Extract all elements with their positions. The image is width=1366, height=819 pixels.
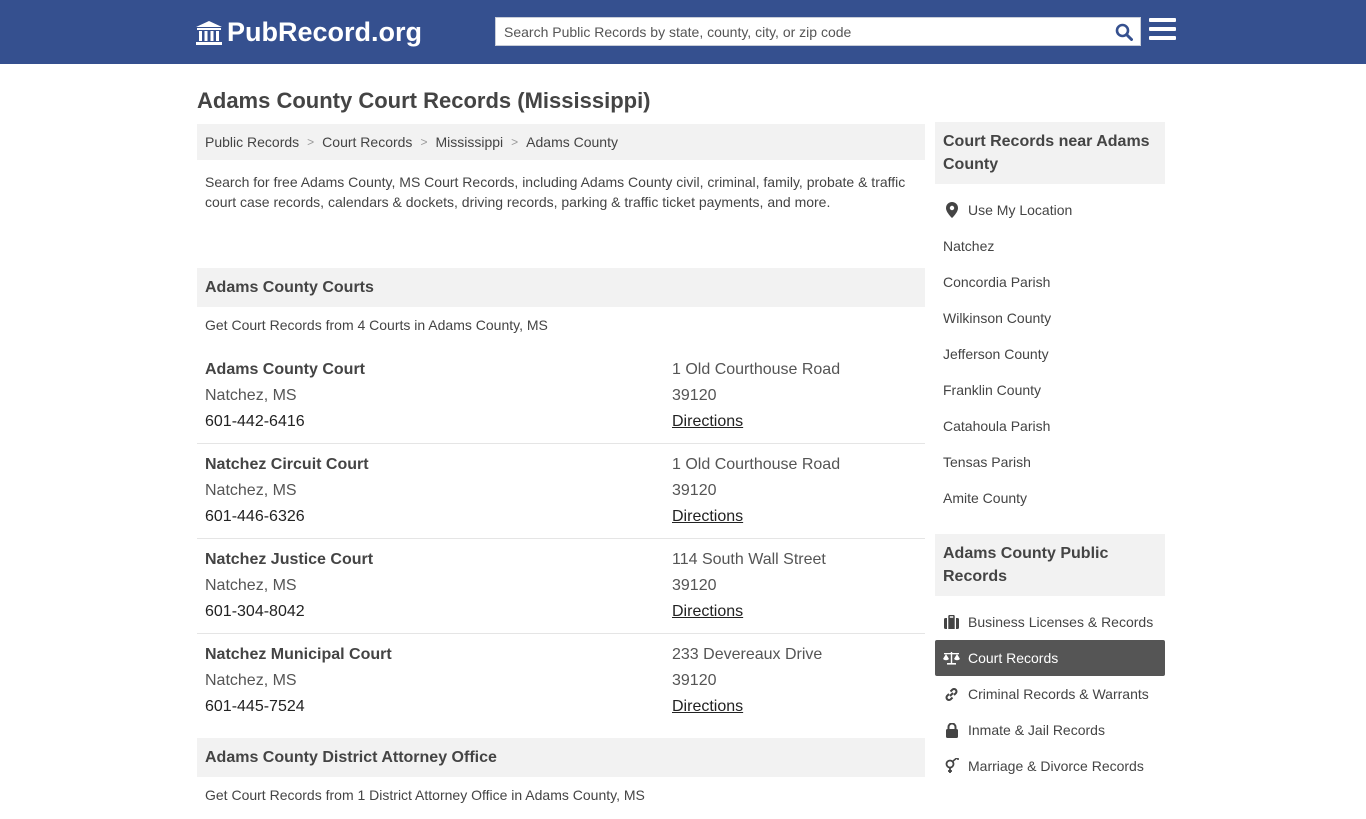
sidebar-item-inmate-records[interactable]: Inmate & Jail Records bbox=[935, 712, 1165, 748]
court-zip: 39120 bbox=[672, 482, 717, 499]
breadcrumb-separator: > bbox=[420, 135, 428, 149]
breadcrumb-court-records[interactable]: Court Records bbox=[322, 134, 412, 150]
court-item: Adams County Court Natchez, MS 601-442-6… bbox=[197, 349, 925, 444]
menu-bar-icon bbox=[1149, 18, 1176, 22]
court-name: Natchez Circuit Court bbox=[205, 456, 369, 473]
search-bar bbox=[495, 17, 1141, 46]
nearby-link[interactable]: Wilkinson County bbox=[935, 300, 1165, 336]
sidebar-item-business-licenses[interactable]: Business Licenses & Records bbox=[935, 604, 1165, 640]
menu-bar-icon bbox=[1149, 36, 1176, 40]
sidebar-item-label: Inmate & Jail Records bbox=[968, 722, 1105, 738]
courts-section-subtitle: Get Court Records from 4 Courts in Adams… bbox=[205, 317, 548, 333]
court-name: Natchez Justice Court bbox=[205, 551, 374, 568]
hamburger-menu-button[interactable] bbox=[1149, 18, 1176, 42]
directions-link[interactable]: Directions bbox=[672, 504, 840, 530]
sidebar-item-label: Marriage & Divorce Records bbox=[968, 758, 1144, 774]
court-city: Natchez, MS bbox=[205, 577, 297, 594]
court-phone[interactable]: 601-304-8042 bbox=[205, 599, 672, 625]
page-title: Adams County Court Records (Mississippi) bbox=[197, 88, 651, 113]
court-address: 114 South Wall Street bbox=[672, 551, 826, 568]
search-input[interactable] bbox=[496, 18, 1108, 45]
court-city: Natchez, MS bbox=[205, 482, 297, 499]
map-marker-icon bbox=[943, 202, 960, 218]
menu-bar-icon bbox=[1149, 27, 1176, 31]
use-my-location-label: Use My Location bbox=[968, 202, 1073, 218]
court-zip: 39120 bbox=[672, 672, 717, 689]
nearby-link[interactable]: Franklin County bbox=[935, 372, 1165, 408]
nearby-link[interactable]: Tensas Parish bbox=[935, 444, 1165, 480]
public-records-heading: Adams County Public Records bbox=[935, 534, 1165, 596]
court-phone[interactable]: 601-442-6416 bbox=[205, 409, 672, 435]
use-my-location-link[interactable]: Use My Location bbox=[935, 192, 1165, 228]
court-city: Natchez, MS bbox=[205, 672, 297, 689]
court-item: Natchez Municipal Court Natchez, MS 601-… bbox=[197, 634, 925, 729]
search-icon bbox=[1115, 23, 1133, 41]
courthouse-icon bbox=[196, 20, 222, 45]
lock-icon bbox=[943, 722, 960, 738]
court-address: 1 Old Courthouse Road bbox=[672, 456, 841, 473]
venus-mars-icon bbox=[943, 758, 960, 774]
court-name: Adams County Court bbox=[205, 361, 365, 378]
court-city: Natchez, MS bbox=[205, 387, 297, 404]
nearby-list: Use My Location Natchez Concordia Parish… bbox=[935, 184, 1165, 516]
court-address: 233 Devereaux Drive bbox=[672, 646, 823, 663]
breadcrumb-adams-county[interactable]: Adams County bbox=[526, 134, 618, 150]
search-button[interactable] bbox=[1108, 18, 1140, 45]
nearby-link[interactable]: Amite County bbox=[935, 480, 1165, 516]
nearby-link[interactable]: Concordia Parish bbox=[935, 264, 1165, 300]
briefcase-icon bbox=[943, 615, 960, 629]
breadcrumb-public-records[interactable]: Public Records bbox=[205, 134, 299, 150]
sidebar-item-criminal-records[interactable]: Criminal Records & Warrants bbox=[935, 676, 1165, 712]
court-item: Natchez Justice Court Natchez, MS 601-30… bbox=[197, 539, 925, 634]
breadcrumb-separator: > bbox=[511, 135, 519, 149]
court-name: Natchez Municipal Court bbox=[205, 646, 392, 663]
court-phone[interactable]: 601-446-6326 bbox=[205, 504, 672, 530]
court-zip: 39120 bbox=[672, 577, 717, 594]
courts-list: Adams County Court Natchez, MS 601-442-6… bbox=[197, 349, 925, 729]
nearby-link[interactable]: Jefferson County bbox=[935, 336, 1165, 372]
nearby-link[interactable]: Natchez bbox=[935, 228, 1165, 264]
sidebar-item-label: Business Licenses & Records bbox=[968, 614, 1154, 630]
directions-link[interactable]: Directions bbox=[672, 694, 822, 720]
court-address: 1 Old Courthouse Road bbox=[672, 361, 841, 378]
site-logo[interactable]: PubRecord.org bbox=[195, 17, 422, 48]
intro-text: Search for free Adams County, MS Court R… bbox=[205, 174, 906, 210]
courts-section-heading: Adams County Courts bbox=[197, 268, 925, 307]
directions-link[interactable]: Directions bbox=[672, 409, 840, 435]
sidebar-item-court-records[interactable]: Court Records bbox=[935, 640, 1165, 676]
da-section-subtitle: Get Court Records from 1 District Attorn… bbox=[205, 787, 645, 803]
directions-link[interactable]: Directions bbox=[672, 599, 826, 625]
sidebar-item-label: Court Records bbox=[968, 650, 1059, 666]
breadcrumb: Public Records > Court Records > Mississ… bbox=[197, 124, 925, 160]
sidebar-item-label: Criminal Records & Warrants bbox=[968, 686, 1149, 702]
court-phone[interactable]: 601-445-7524 bbox=[205, 694, 672, 720]
logo-text: PubRecord.org bbox=[227, 17, 423, 47]
sidebar-item-marriage-records[interactable]: Marriage & Divorce Records bbox=[935, 748, 1165, 784]
public-records-list: Business Licenses & Records Court Record… bbox=[935, 596, 1165, 784]
breadcrumb-mississippi[interactable]: Mississippi bbox=[435, 134, 503, 150]
court-zip: 39120 bbox=[672, 387, 717, 404]
link-icon bbox=[943, 687, 960, 702]
nearby-link[interactable]: Catahoula Parish bbox=[935, 408, 1165, 444]
court-item: Natchez Circuit Court Natchez, MS 601-44… bbox=[197, 444, 925, 539]
site-header: PubRecord.org bbox=[0, 0, 1366, 64]
sidebar: Court Records near Adams County Use My L… bbox=[935, 122, 1165, 784]
main-content: Public Records > Court Records > Mississ… bbox=[197, 124, 925, 819]
nearby-heading: Court Records near Adams County bbox=[935, 122, 1165, 184]
balance-scale-icon bbox=[943, 651, 960, 665]
da-section-heading: Adams County District Attorney Office bbox=[197, 738, 925, 777]
breadcrumb-separator: > bbox=[307, 135, 315, 149]
